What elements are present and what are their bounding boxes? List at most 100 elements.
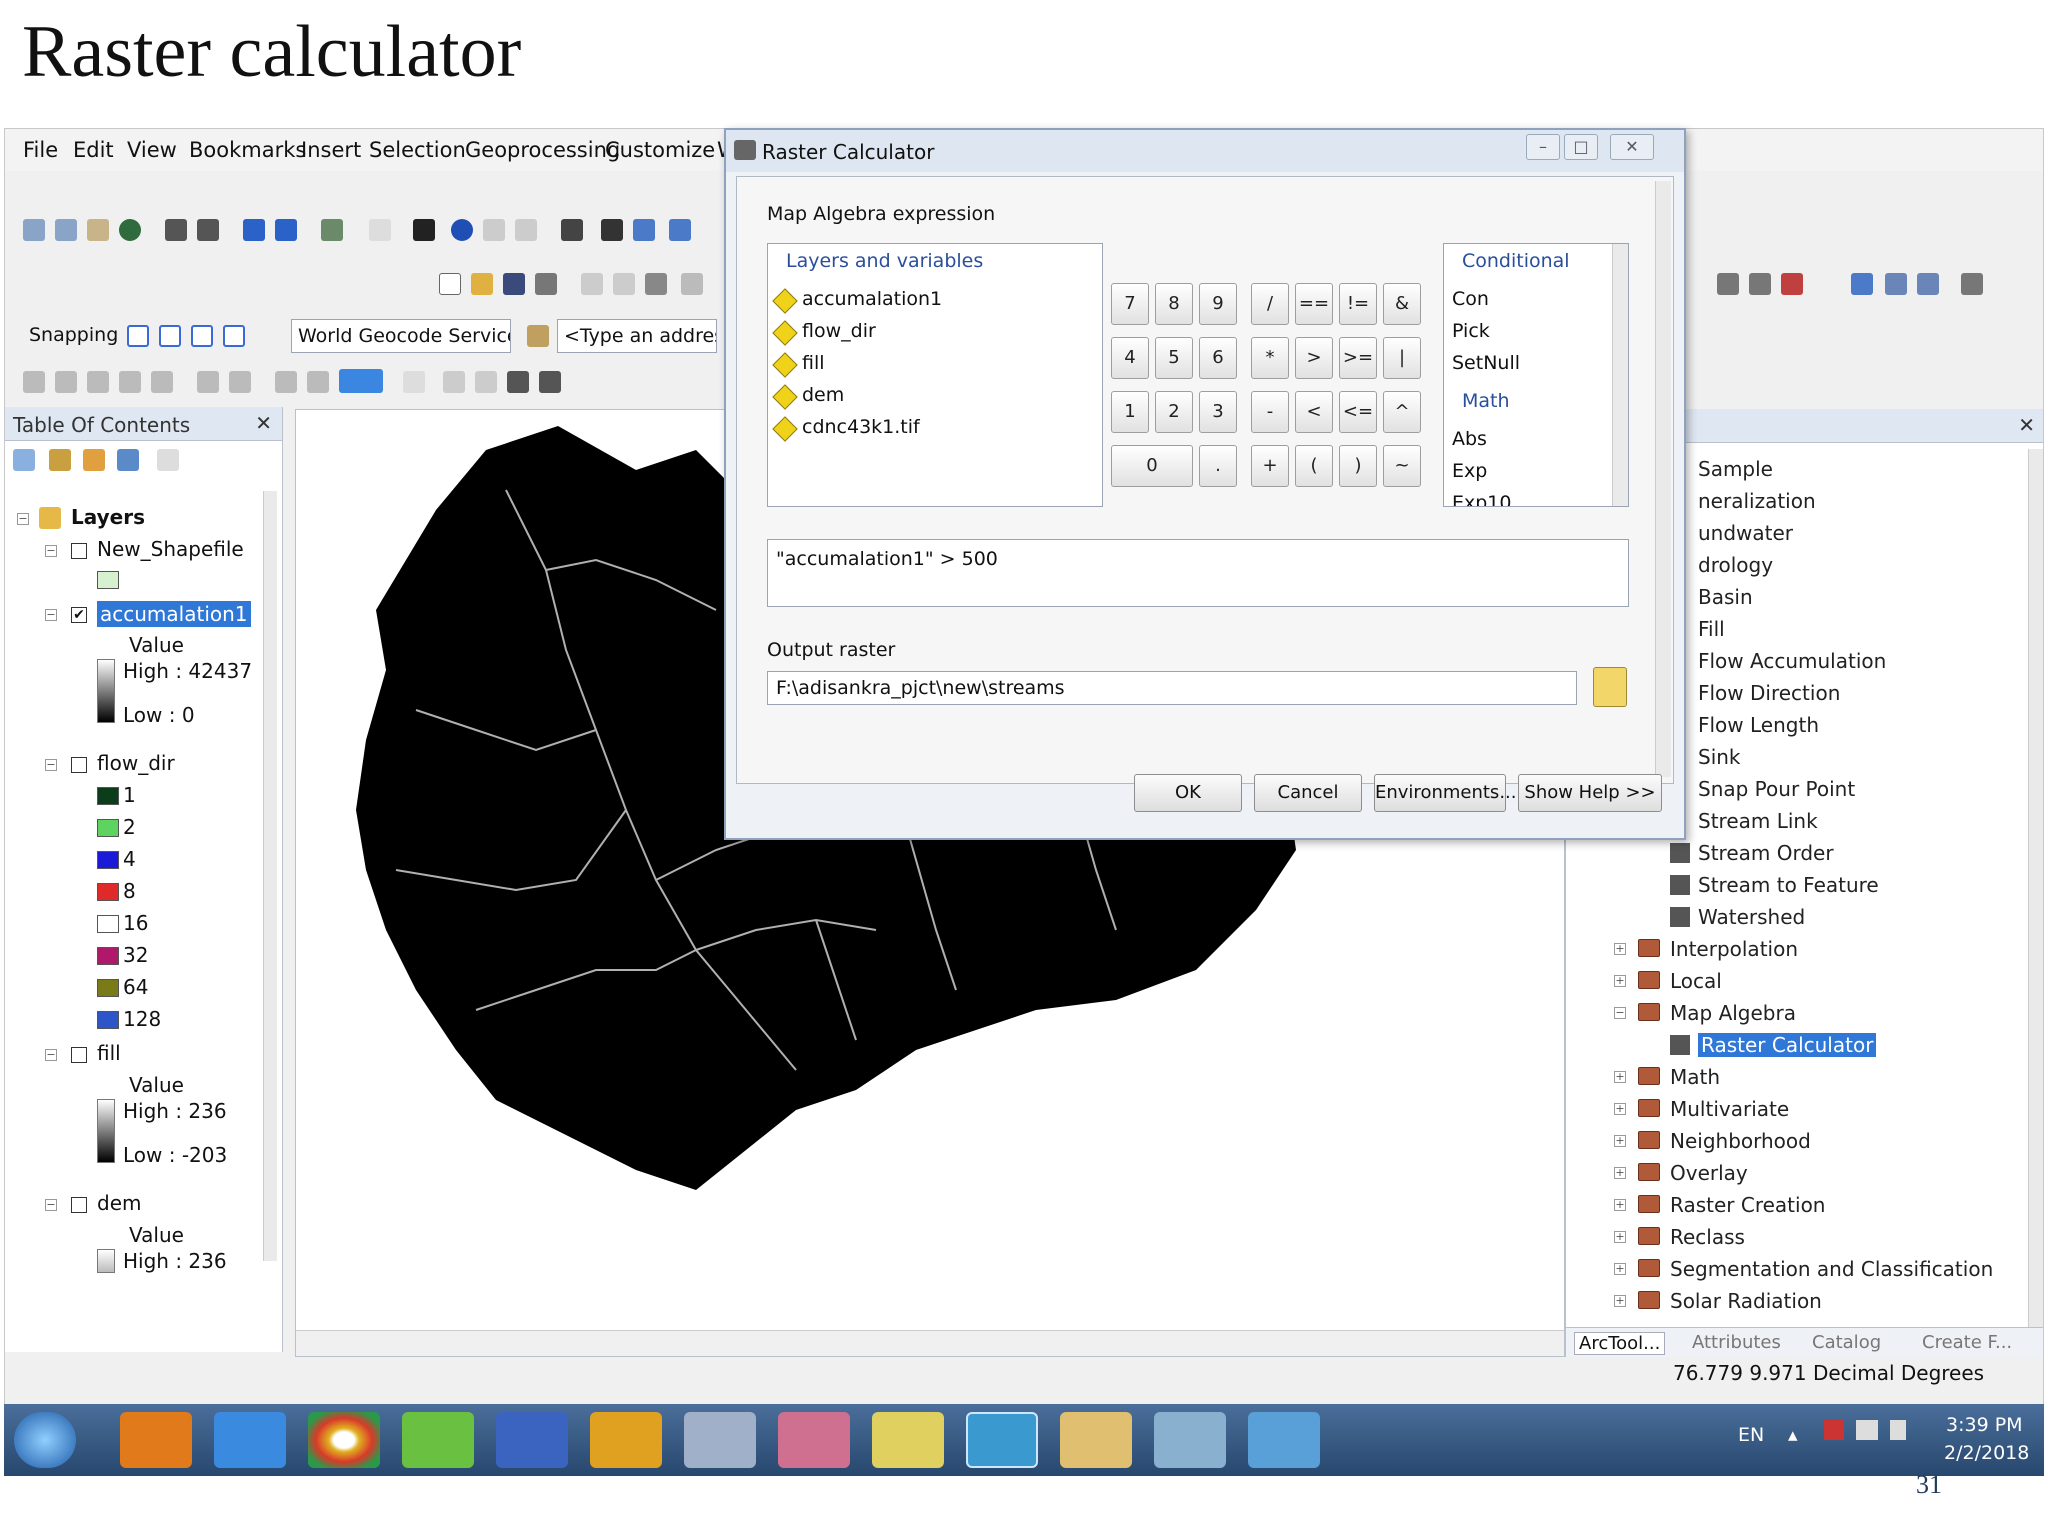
new-shapefile-checkbox[interactable] [71, 543, 87, 559]
calc-button-not-equal[interactable]: != [1339, 283, 1377, 325]
expand-icon[interactable]: + [1614, 1103, 1626, 1115]
chrome-icon[interactable] [308, 1412, 380, 1468]
calc-button-7[interactable]: 7 [1111, 283, 1149, 325]
expression-text[interactable]: "accumalation1" > 500 [776, 548, 998, 570]
route-icon[interactable] [633, 219, 655, 241]
tool-sink[interactable]: Sink [1698, 745, 1741, 769]
attributes-icon[interactable] [1885, 273, 1907, 295]
zoom-in-icon[interactable] [23, 219, 45, 241]
layer-item-dem[interactable]: dem [802, 384, 844, 406]
toolset-interpolation[interactable]: Interpolation [1670, 937, 1798, 961]
tool-raster-calculator[interactable]: Raster Calculator [1698, 1033, 1877, 1057]
tab-attributes[interactable]: Attributes [1692, 1332, 1781, 1353]
expand-icon[interactable]: + [1614, 1199, 1626, 1211]
cancel-button[interactable]: Cancel [1254, 774, 1362, 812]
layers-collapse-icon[interactable]: − [17, 513, 29, 525]
word-icon[interactable] [496, 1412, 568, 1468]
tab-create-features[interactable]: Create F... [1922, 1332, 2012, 1353]
select-features-icon[interactable] [321, 219, 343, 241]
arctoolbox-close-icon[interactable]: ✕ [2018, 413, 2035, 437]
output-raster-input[interactable]: F:\adisankra_pjct\new\streams [767, 671, 1577, 705]
toolset-multivariate[interactable]: Multivariate [1670, 1097, 1789, 1121]
xy-icon[interactable] [669, 219, 691, 241]
expand-icon[interactable]: + [1614, 1263, 1626, 1275]
options-icon[interactable] [157, 449, 179, 471]
arctoolbox-scrollbar[interactable] [2028, 449, 2043, 1329]
fixed-zoom-in-icon[interactable] [165, 219, 187, 241]
tool-fill[interactable]: Fill [1698, 617, 1725, 641]
calc-button-not[interactable]: ~ [1383, 445, 1421, 487]
calc-button-plus[interactable]: + [1251, 445, 1289, 487]
calc-button-5[interactable]: 5 [1155, 337, 1193, 379]
full-extent-icon[interactable] [119, 219, 141, 241]
hyperlink-icon[interactable] [483, 219, 505, 241]
paste-icon[interactable] [645, 273, 667, 295]
function-pick[interactable]: Pick [1452, 320, 1490, 342]
calculator-icon[interactable] [684, 1412, 756, 1468]
search-app-icon[interactable] [966, 1412, 1038, 1468]
geocode-service-select[interactable]: World Geocode Service (/ ▾ [291, 319, 511, 353]
open-icon[interactable] [471, 273, 493, 295]
snapping-dropdown[interactable]: Snapping ▾ [23, 319, 121, 353]
start-button[interactable] [14, 1412, 76, 1468]
geocode-icon[interactable] [527, 325, 549, 347]
file-explorer-icon[interactable] [1060, 1412, 1132, 1468]
dropdown-arrow-icon[interactable] [403, 371, 425, 393]
toc-close-icon[interactable]: ✕ [255, 411, 272, 435]
app-icon[interactable] [402, 1412, 474, 1468]
accumalation-collapse-icon[interactable]: − [45, 609, 57, 621]
calc-button-less-equal[interactable]: <= [1339, 391, 1377, 433]
sketch-properties-icon[interactable] [1917, 273, 1939, 295]
tool-flow-accumulation[interactable]: Flow Accumulation [1698, 649, 1886, 673]
rotate-icon[interactable] [1851, 273, 1873, 295]
create-features-icon[interactable] [1961, 273, 1983, 295]
toolset-hydrology[interactable]: drology [1698, 553, 1773, 577]
maximize-icon[interactable]: □ [1564, 134, 1598, 160]
network-icon[interactable] [1856, 1420, 1878, 1440]
accumalation-checkbox[interactable]: ✔ [71, 607, 87, 623]
end-snapping-icon[interactable] [159, 325, 181, 347]
map-algebra-collapse-icon[interactable]: − [1614, 1007, 1626, 1019]
calc-button-close-paren[interactable]: ) [1339, 445, 1377, 487]
calc-button-minus[interactable]: - [1251, 391, 1289, 433]
calc-button-8[interactable]: 8 [1155, 283, 1193, 325]
interpolation-expand-icon[interactable]: + [1614, 943, 1626, 955]
toolbar-icon-9[interactable] [307, 371, 329, 393]
language-indicator[interactable]: EN [1738, 1424, 1764, 1446]
tab-arctoolbox[interactable]: ArcTool... [1574, 1332, 1666, 1355]
toolbar-icon-5[interactable] [151, 371, 173, 393]
flow-dir-collapse-icon[interactable]: − [45, 759, 57, 771]
clock-time[interactable]: 3:39 PM [1946, 1414, 2023, 1436]
editor-tool-icon[interactable] [1717, 273, 1739, 295]
toolset-local[interactable]: Local [1670, 969, 1722, 993]
expand-icon[interactable]: + [1614, 1135, 1626, 1147]
fill-collapse-icon[interactable]: − [45, 1049, 57, 1061]
fixed-zoom-out-icon[interactable] [197, 219, 219, 241]
calc-button-and[interactable]: & [1383, 283, 1421, 325]
list-by-drawing-order-icon[interactable] [13, 449, 35, 471]
toolbar-icon-3[interactable] [87, 371, 109, 393]
expand-icon[interactable]: + [1614, 1071, 1626, 1083]
toolbar-icon-2[interactable] [55, 371, 77, 393]
matlab-icon[interactable] [590, 1412, 662, 1468]
print-icon[interactable] [535, 273, 557, 295]
layers-list[interactable]: Layers and variables accumalation1 flow_… [767, 243, 1103, 507]
fill-color-icon[interactable] [339, 369, 383, 393]
dialog-scrollbar[interactable] [1655, 181, 1671, 777]
tool-stream-to-feature[interactable]: Stream to Feature [1698, 873, 1879, 897]
toolbar-icon-6[interactable] [197, 371, 219, 393]
new-shapefile-collapse-icon[interactable]: − [45, 545, 57, 557]
calc-button-greater-equal[interactable]: >= [1339, 337, 1377, 379]
calc-button-or[interactable]: | [1383, 337, 1421, 379]
volume-icon[interactable] [1890, 1420, 1906, 1440]
close-icon[interactable]: ✕ [1610, 134, 1654, 160]
clear-selection-icon[interactable] [369, 219, 391, 241]
dem-checkbox[interactable] [71, 1197, 87, 1213]
tool-basin[interactable]: Basin [1698, 585, 1753, 609]
calc-button-xor[interactable]: ^ [1383, 391, 1421, 433]
menu-customize[interactable]: Customize [605, 138, 715, 162]
delete-icon[interactable] [681, 273, 703, 295]
layer-item-fill[interactable]: fill [802, 352, 825, 374]
layer-fill[interactable]: fill [97, 1041, 121, 1065]
tool-stream-order[interactable]: Stream Order [1698, 841, 1834, 865]
